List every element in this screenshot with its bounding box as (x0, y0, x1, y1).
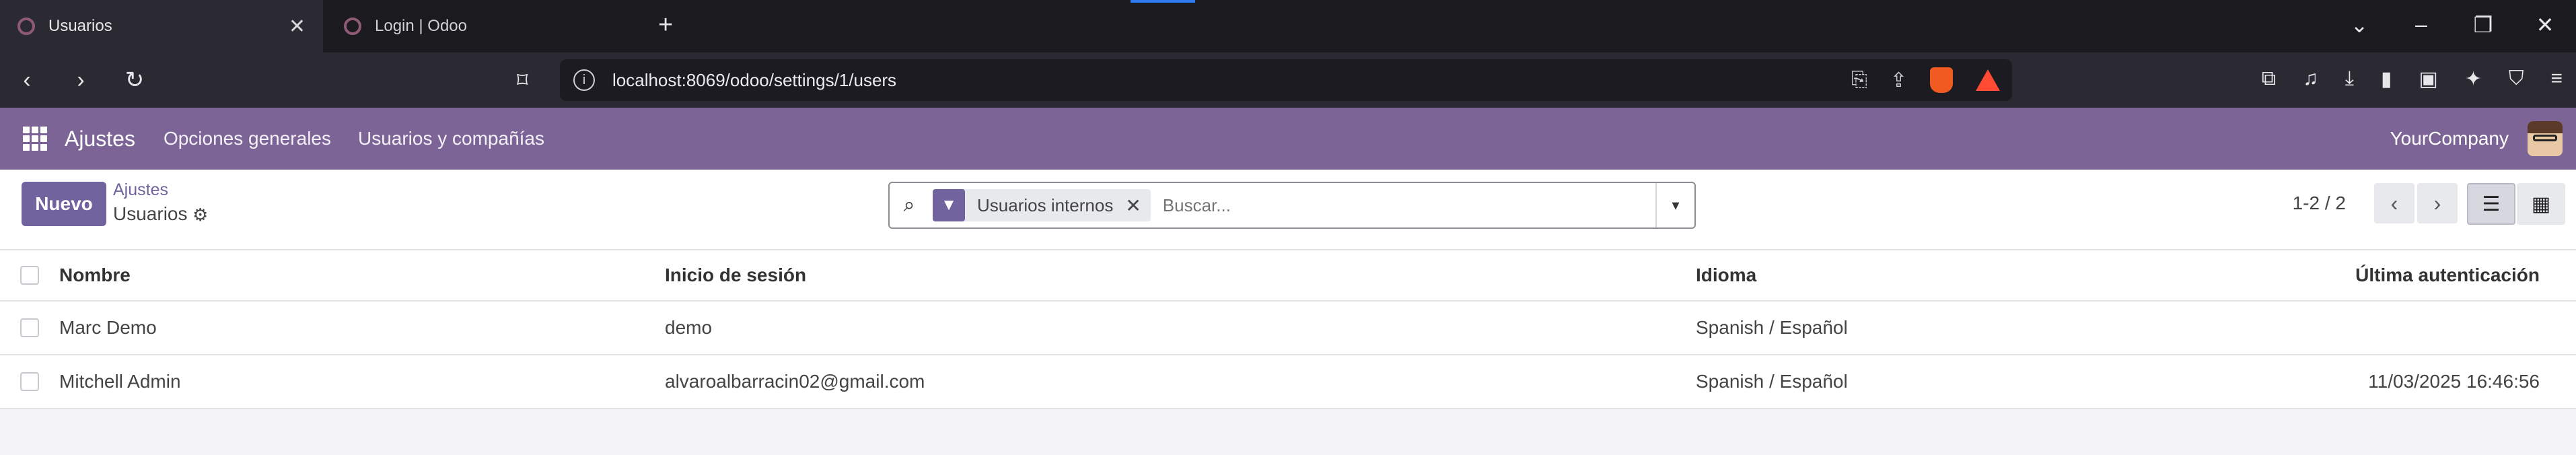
cell-language[interactable]: Spanish / Español (1696, 371, 1848, 392)
forward-icon[interactable]: › (54, 67, 108, 94)
browser-toolbar: ‹ › ↻ ⌑ i localhost:8069/odoo/settings/1… (0, 53, 2576, 108)
search-facet: ▼ Usuarios internos ✕ (933, 189, 1151, 221)
pager-previous-icon[interactable]: ‹ (2374, 183, 2414, 223)
browser-tab-bar: Usuarios ✕ Login | Odoo + ⌄ – ❐ ✕ (0, 0, 2576, 53)
window-controls: ⌄ – ❐ ✕ (2328, 12, 2576, 38)
extensions-area: ⧉ ♫ ⤓ ▮ ▣ ✦ ⛉ ≡ (2262, 67, 2563, 91)
search-icon: ⌕ (903, 194, 915, 216)
odoo-favicon-icon (344, 18, 361, 35)
gear-icon[interactable]: ⚙ (192, 205, 208, 225)
wallet-icon[interactable]: ▣ (2419, 67, 2437, 91)
close-window-icon[interactable]: ✕ (2514, 12, 2576, 38)
address-bar[interactable]: ⌑ i localhost:8069/odoo/settings/1/users… (517, 59, 2012, 101)
menu-opciones-generales[interactable]: Opciones generales (164, 128, 331, 149)
cell-language[interactable]: Spanish / Español (1696, 317, 1848, 339)
column-header-last-auth[interactable]: Última autenticación (2355, 265, 2540, 286)
column-header-language[interactable]: Idioma (1696, 265, 1756, 286)
facet-label: Usuarios internos (977, 195, 1114, 215)
share-icon[interactable]: ⇪ (1890, 69, 1907, 92)
url-text[interactable]: localhost:8069/odoo/settings/1/users (612, 70, 896, 91)
cell-name[interactable]: Marc Demo (59, 317, 157, 339)
breadcrumb-current: Usuarios (113, 203, 188, 224)
filter-icon: ▼ (933, 189, 965, 221)
breadcrumb-parent[interactable]: Ajustes (113, 180, 168, 200)
cell-last-auth[interactable]: 11/03/2025 16:46:56 (2368, 371, 2540, 392)
odoo-navbar: Ajustes Opciones generales Usuarios y co… (0, 108, 2576, 170)
table-header: Nombre Inicio de sesión Idioma Última au… (0, 250, 2576, 302)
search-bar: ⌕ ▼ Usuarios internos ✕ ▾ (888, 182, 1696, 229)
search-options-toggle[interactable]: ▾ (1655, 183, 1694, 228)
tab-list-icon[interactable]: ⌄ (2328, 12, 2390, 38)
tab-title: Login | Odoo (375, 17, 468, 35)
tab-title: Usuarios (48, 17, 112, 35)
odoo-favicon-icon (17, 18, 35, 35)
new-tab-icon[interactable]: + (658, 11, 673, 40)
apps-menu-icon[interactable] (23, 127, 47, 151)
new-button[interactable]: Nuevo (22, 182, 106, 226)
leo-ai-icon[interactable]: ✦ (2465, 67, 2482, 91)
select-all-checkbox[interactable] (20, 266, 39, 285)
sidebar-icon[interactable]: ▮ (2381, 67, 2392, 91)
menu-usuarios-companias[interactable]: Usuarios y compañías (358, 128, 544, 149)
remove-facet-icon[interactable]: ✕ (1125, 195, 1150, 217)
cell-login[interactable]: demo (665, 317, 712, 339)
pager-next-icon[interactable]: › (2417, 183, 2458, 223)
tab-login[interactable]: Login | Odoo (326, 0, 636, 53)
install-app-icon[interactable]: ⎘ (1851, 69, 1867, 92)
brave-rewards-icon[interactable] (1976, 69, 2000, 91)
minimize-icon[interactable]: – (2390, 12, 2452, 38)
row-checkbox[interactable] (20, 318, 39, 337)
extensions-icon[interactable]: ⧉ (2262, 67, 2276, 91)
close-tab-icon[interactable]: ✕ (289, 15, 306, 38)
window-indicator (1131, 0, 1195, 3)
users-table: Nombre Inicio de sesión Idioma Última au… (0, 250, 2576, 409)
brave-shields-icon[interactable] (1930, 67, 1953, 93)
media-icon[interactable]: ♫ (2303, 67, 2318, 91)
back-icon[interactable]: ‹ (0, 67, 54, 94)
menu-icon[interactable]: ≡ (2550, 67, 2563, 91)
bookmark-icon[interactable]: ⌑ (517, 67, 528, 93)
site-info-icon[interactable]: i (573, 69, 595, 91)
column-header-login[interactable]: Inicio de sesión (665, 265, 806, 286)
cell-name[interactable]: Mitchell Admin (59, 371, 181, 392)
column-header-name[interactable]: Nombre (59, 265, 131, 286)
list-view-icon[interactable]: ☰ (2467, 183, 2515, 225)
reload-icon[interactable]: ↻ (108, 67, 162, 94)
row-checkbox[interactable] (20, 372, 39, 391)
table-row[interactable]: Marc Demo demo Spanish / Español (0, 302, 2576, 355)
user-avatar[interactable] (2528, 121, 2563, 156)
pager-value[interactable]: 1-2 / 2 (2293, 193, 2346, 214)
table-row[interactable]: Mitchell Admin alvaroalbarracin02@gmail.… (0, 355, 2576, 409)
downloads-icon[interactable]: ⤓ (2345, 67, 2354, 91)
tab-usuarios[interactable]: Usuarios ✕ (0, 0, 323, 53)
control-panel: Nuevo Ajustes Usuarios ⚙ ⌕ ▼ Usuarios in… (0, 170, 2576, 250)
vpn-icon[interactable]: ⛉ (2509, 67, 2524, 91)
company-switcher[interactable]: YourCompany (2390, 128, 2509, 149)
app-brand[interactable]: Ajustes (65, 127, 135, 151)
cell-login[interactable]: alvaroalbarracin02@gmail.com (665, 371, 925, 392)
restore-icon[interactable]: ❐ (2452, 12, 2514, 38)
search-input[interactable] (1161, 194, 1655, 217)
kanban-view-icon[interactable]: ▦ (2517, 183, 2565, 225)
